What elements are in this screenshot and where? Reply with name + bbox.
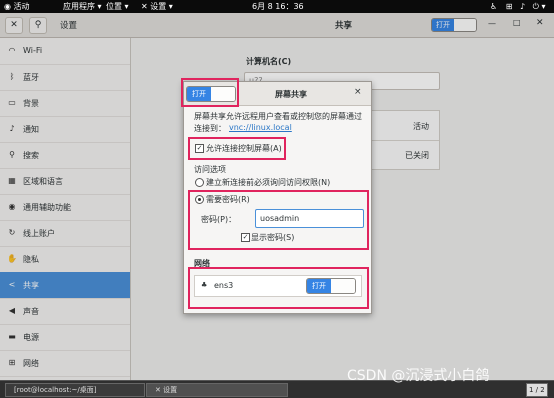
- description-text: 屏幕共享允许远程用户查看或控制您的屏幕通过: [194, 112, 362, 121]
- taskbar-terminal[interactable]: [root@localhost:~/桌面]: [5, 383, 145, 397]
- volume-icon: ♪: [519, 2, 526, 11]
- status-icons[interactable]: ♿ ⊞ ♪ ⏻ ▾: [490, 1, 546, 12]
- highlight-allow-control: [188, 137, 286, 160]
- places-menu[interactable]: 位置 ▾: [106, 1, 129, 12]
- access-options-heading: 访问选项: [194, 165, 226, 174]
- tools-icon: ✕: [155, 386, 161, 394]
- connect-prefix: 连接到：: [194, 124, 226, 133]
- tools-icon: ✕: [141, 2, 148, 11]
- ask-permission-label[interactable]: 建立新连接前必须询问访问权限(N): [206, 177, 330, 188]
- workspace-indicator[interactable]: 1 / 2: [526, 383, 548, 397]
- dropdown-arrow-icon: ▾: [541, 2, 546, 11]
- highlight-password-options: [188, 190, 369, 250]
- taskbar-settings[interactable]: ✕ 设置: [146, 383, 288, 397]
- accessibility-icon: ♿: [490, 2, 498, 11]
- settings-app-menu[interactable]: ✕ 设置 ▾: [141, 1, 173, 12]
- dropdown-arrow-icon: ▾: [97, 2, 102, 11]
- top-bar: ◉ 活动 应用程序 ▾ 位置 ▾ ✕ 设置 ▾ 6月 8 16：36 ♿ ⊞ ♪…: [0, 0, 554, 13]
- activities-icon: ◉: [4, 2, 11, 11]
- ask-permission-radio[interactable]: [195, 178, 204, 187]
- dialog-title: 屏幕共享: [275, 90, 307, 99]
- network-wired-icon: ⊞: [505, 2, 513, 11]
- dropdown-arrow-icon: ▾: [124, 2, 129, 11]
- clock[interactable]: 6月 8 16：36: [252, 1, 304, 12]
- highlight-network: [188, 267, 369, 309]
- power-icon: ⏻: [532, 2, 539, 11]
- close-dialog-button[interactable]: ×: [354, 87, 362, 97]
- applications-menu[interactable]: 应用程序 ▾: [63, 1, 102, 12]
- watermark: CSDN @沉浸式小白鸽: [347, 368, 490, 384]
- activities-button[interactable]: ◉ 活动: [4, 1, 30, 12]
- dropdown-arrow-icon: ▾: [168, 2, 173, 11]
- vnc-link[interactable]: vnc://linux.local: [229, 123, 292, 132]
- highlight-toggle: [181, 78, 239, 107]
